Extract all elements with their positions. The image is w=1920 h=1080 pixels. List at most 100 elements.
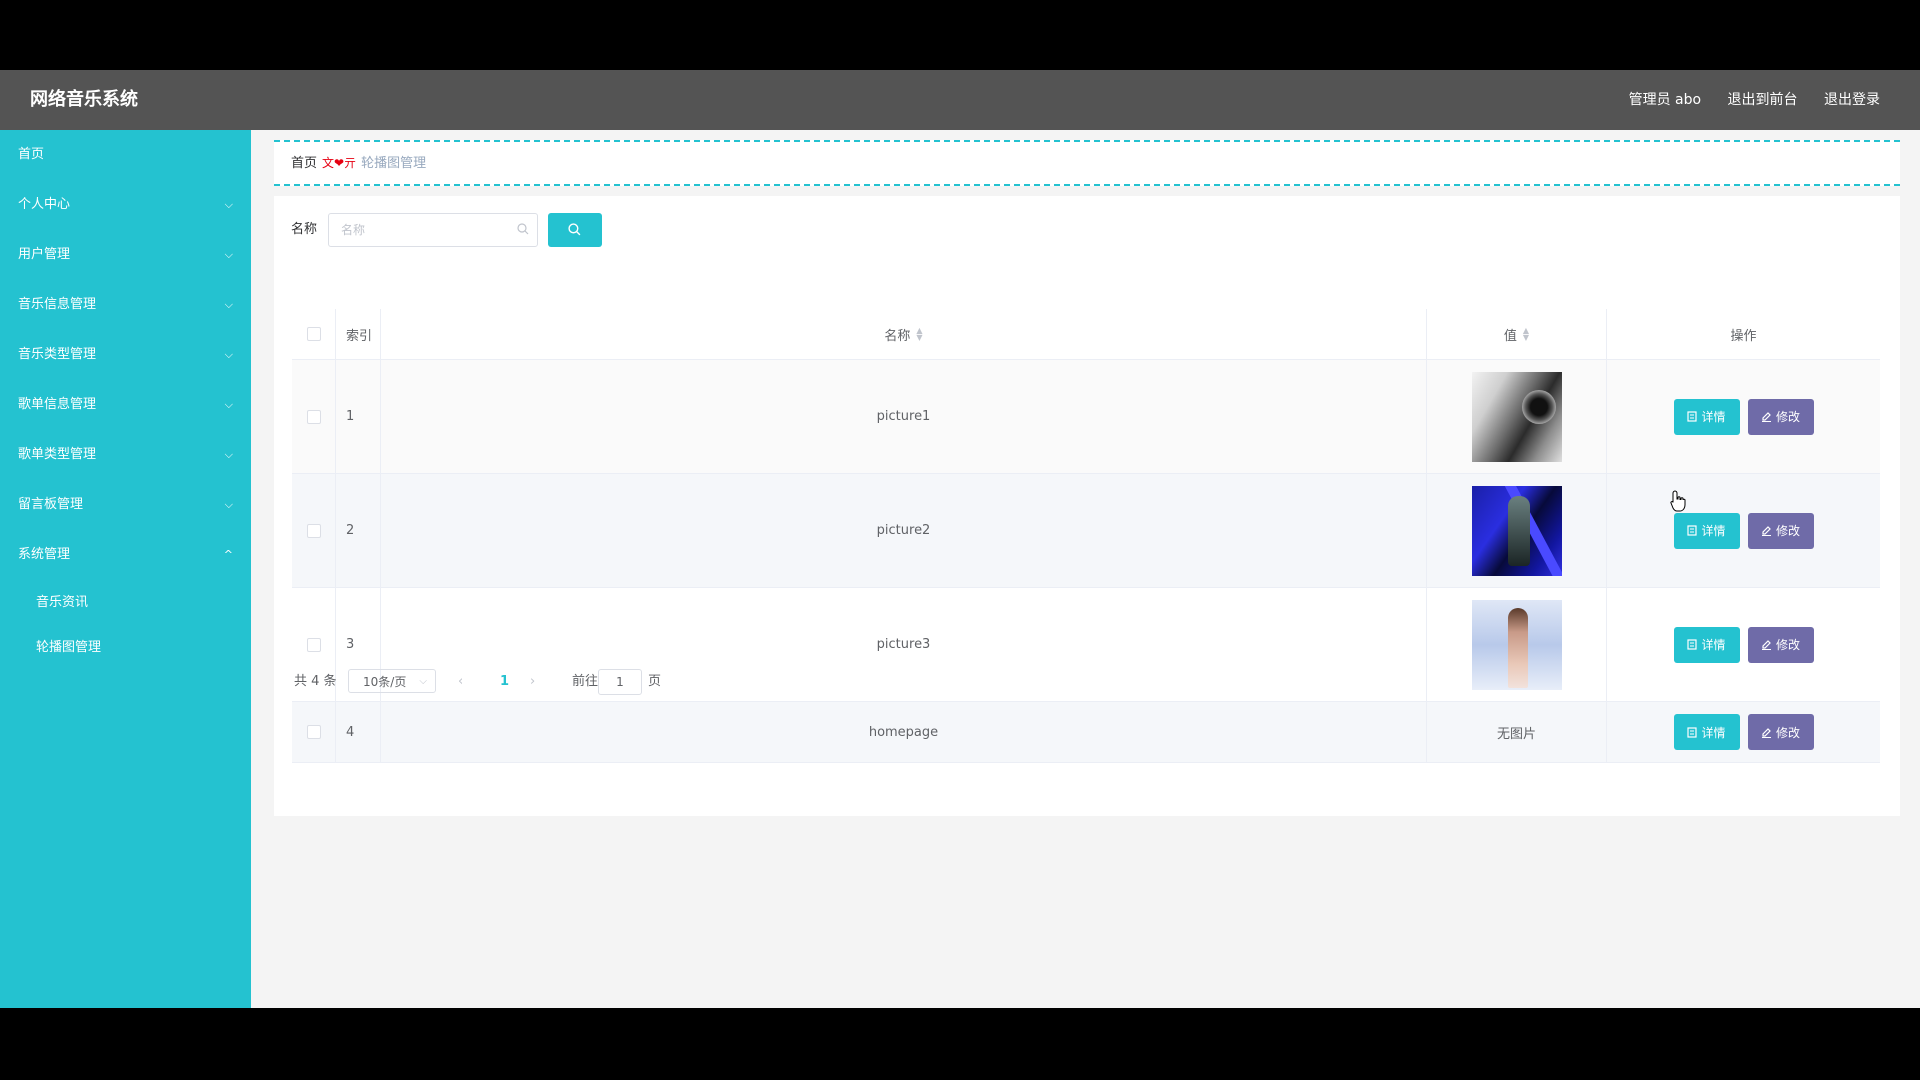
row-checkbox[interactable]	[306, 523, 321, 538]
row-actions: 详情 修改	[1607, 588, 1880, 701]
top-links: 管理员 abo 退出到前台 退出登录	[1607, 70, 1880, 130]
header-index-label: 索引	[346, 328, 373, 344]
row-actions: 详情 修改	[1607, 702, 1880, 762]
search-input[interactable]	[329, 214, 511, 246]
pencil-icon	[1761, 412, 1771, 422]
chevron-down-icon: ⌵	[419, 676, 427, 687]
breadcrumb-home[interactable]: 首页	[291, 156, 317, 171]
sidebar-item-music-type[interactable]: 音乐类型管理 ⌵	[0, 330, 251, 380]
pagination-total: 共 4 条	[294, 674, 337, 689]
camera-lens-icon	[1521, 389, 1556, 424]
sidebar-item-label: 留言板管理	[18, 497, 84, 512]
header-name[interactable]: 名称 ▲ ▼	[381, 309, 1427, 359]
breadcrumb-current: 轮播图管理	[361, 156, 427, 171]
sort-icon[interactable]: ▲ ▼	[916, 327, 922, 342]
sidebar-item-system-management[interactable]: 系统管理 ^	[0, 530, 251, 580]
row-checkbox-cell	[292, 474, 336, 587]
breadcrumb: 首页 文❤亓 轮播图管理	[274, 140, 1900, 186]
sidebar-item-personal-center[interactable]: 个人中心 ⌵	[0, 180, 251, 230]
camera-lens-image	[1471, 371, 1562, 462]
sidebar-subitem-music-news[interactable]: 音乐资讯	[0, 580, 251, 625]
no-image-text: 无图片	[1496, 726, 1536, 742]
goto-page-input[interactable]: 1	[598, 669, 642, 695]
row-checkbox[interactable]	[306, 637, 321, 652]
row-checkbox-cell	[292, 360, 336, 473]
detail-button-label: 详情	[1701, 638, 1726, 652]
sidebar-subitem-carousel-management[interactable]: 轮播图管理	[0, 625, 251, 670]
row-name: homepage	[381, 702, 1427, 762]
header-value[interactable]: 值 ▲ ▼	[1427, 309, 1607, 359]
document-icon	[1687, 639, 1698, 650]
detail-button[interactable]: 详情	[1673, 512, 1740, 549]
pencil-icon	[1761, 640, 1771, 650]
detail-button-label: 详情	[1701, 524, 1726, 538]
row-name: picture1	[381, 360, 1427, 473]
sort-icon[interactable]: ▲ ▼	[1523, 327, 1529, 342]
detail-button-label: 详情	[1701, 725, 1726, 740]
back-to-frontend-link[interactable]: 退出到前台	[1728, 92, 1798, 108]
edit-button[interactable]: 修改	[1747, 626, 1814, 663]
header-index: 索引	[336, 309, 381, 359]
row-value: 无图片	[1427, 702, 1607, 762]
chevron-up-icon: ^	[223, 548, 233, 561]
chevron-down-icon: ⌵	[224, 248, 233, 261]
row-name: picture2	[381, 474, 1427, 587]
page-unit-label: 页	[648, 674, 662, 689]
sidebar-item-label: 首页	[18, 147, 45, 162]
sidebar-item-playlist-info[interactable]: 歌单信息管理 ⌵	[0, 380, 251, 430]
app-title: 网络音乐系统	[30, 89, 138, 110]
sidebar-item-home[interactable]: 首页	[0, 130, 251, 180]
pencil-icon	[1761, 526, 1771, 536]
row-actions: 详情 修改	[1607, 360, 1880, 473]
select-all-checkbox[interactable]	[306, 327, 321, 341]
row-actions: 详情 修改	[1607, 474, 1880, 587]
sidebar-item-label: 歌单类型管理	[18, 447, 97, 462]
sidebar-item-label: 系统管理	[18, 547, 71, 562]
detail-button[interactable]: 详情	[1673, 714, 1740, 750]
row-value	[1427, 474, 1607, 587]
next-page-button[interactable]: ›	[530, 669, 535, 695]
header-checkbox-cell	[292, 309, 336, 359]
row-checkbox[interactable]	[306, 409, 321, 424]
row-index: 4	[336, 702, 381, 762]
search-button[interactable]	[548, 213, 602, 247]
sidebar-item-playlist-type[interactable]: 歌单类型管理 ⌵	[0, 430, 251, 480]
row-value	[1427, 360, 1607, 473]
detail-button[interactable]: 详情	[1673, 398, 1740, 435]
admin-user-link[interactable]: 管理员 abo	[1629, 92, 1701, 108]
table-row: 1 picture1 详情 修改	[292, 360, 1880, 474]
stage-performer-image	[1471, 485, 1562, 576]
app-window: 网络音乐系统 管理员 abo 退出到前台 退出登录 首页 个人中心 ⌵ 用户管理 ⌵…	[0, 70, 1920, 1008]
sidebar-item-label: 个人中心	[18, 197, 71, 212]
sidebar-item-music-info[interactable]: 音乐信息管理 ⌵	[0, 280, 251, 330]
content-panel: 名称 索引 名称▲▼ 值▲▼ 操作 1 picture	[274, 196, 1900, 816]
table-header-row: 索引 名称 ▲ ▼ 值 ▲ ▼ 操作	[292, 309, 1880, 360]
row-checkbox[interactable]	[306, 725, 321, 739]
edit-button[interactable]: 修改	[1747, 398, 1814, 435]
singer-figure	[1507, 607, 1528, 688]
performer-figure	[1507, 495, 1530, 566]
breadcrumb-separator-heart-icon: 文❤亓	[322, 156, 357, 170]
detail-button[interactable]: 详情	[1673, 626, 1740, 663]
main-content: 首页文❤亓轮播图管理 名称 索引 名称 ▲▼ 值 ▲▼ 操作	[251, 130, 1920, 1008]
singer-portrait-image	[1471, 599, 1562, 690]
document-icon	[1687, 525, 1698, 536]
hand-cursor-icon	[1670, 490, 1686, 512]
sidebar: 首页 个人中心 ⌵ 用户管理 ⌵ 音乐信息管理 ⌵ 音乐类型管理 ⌵ 歌单信息管理 ⌵ 歌…	[0, 130, 251, 1008]
chevron-down-icon: ⌵	[224, 298, 233, 311]
chevron-down-icon: ⌵	[224, 498, 233, 511]
sidebar-item-label: 音乐信息管理	[18, 297, 97, 312]
sidebar-item-user-management[interactable]: 用户管理 ⌵	[0, 230, 251, 280]
page-number[interactable]: 1	[500, 669, 509, 695]
sidebar-item-label: 音乐类型管理	[18, 347, 97, 362]
prev-page-button[interactable]: ‹	[458, 669, 463, 695]
edit-button[interactable]: 修改	[1747, 512, 1814, 549]
sidebar-item-message-board[interactable]: 留言板管理 ⌵	[0, 480, 251, 530]
page-size-select[interactable]: 10条/页 ⌵	[348, 669, 436, 693]
edit-button[interactable]: 修改	[1747, 714, 1814, 750]
logout-link[interactable]: 退出登录	[1824, 92, 1880, 108]
chevron-down-icon: ⌵	[224, 348, 233, 361]
row-name: picture3	[381, 588, 1427, 701]
row-checkbox-cell	[292, 702, 336, 762]
edit-button-label: 修改	[1775, 725, 1800, 740]
